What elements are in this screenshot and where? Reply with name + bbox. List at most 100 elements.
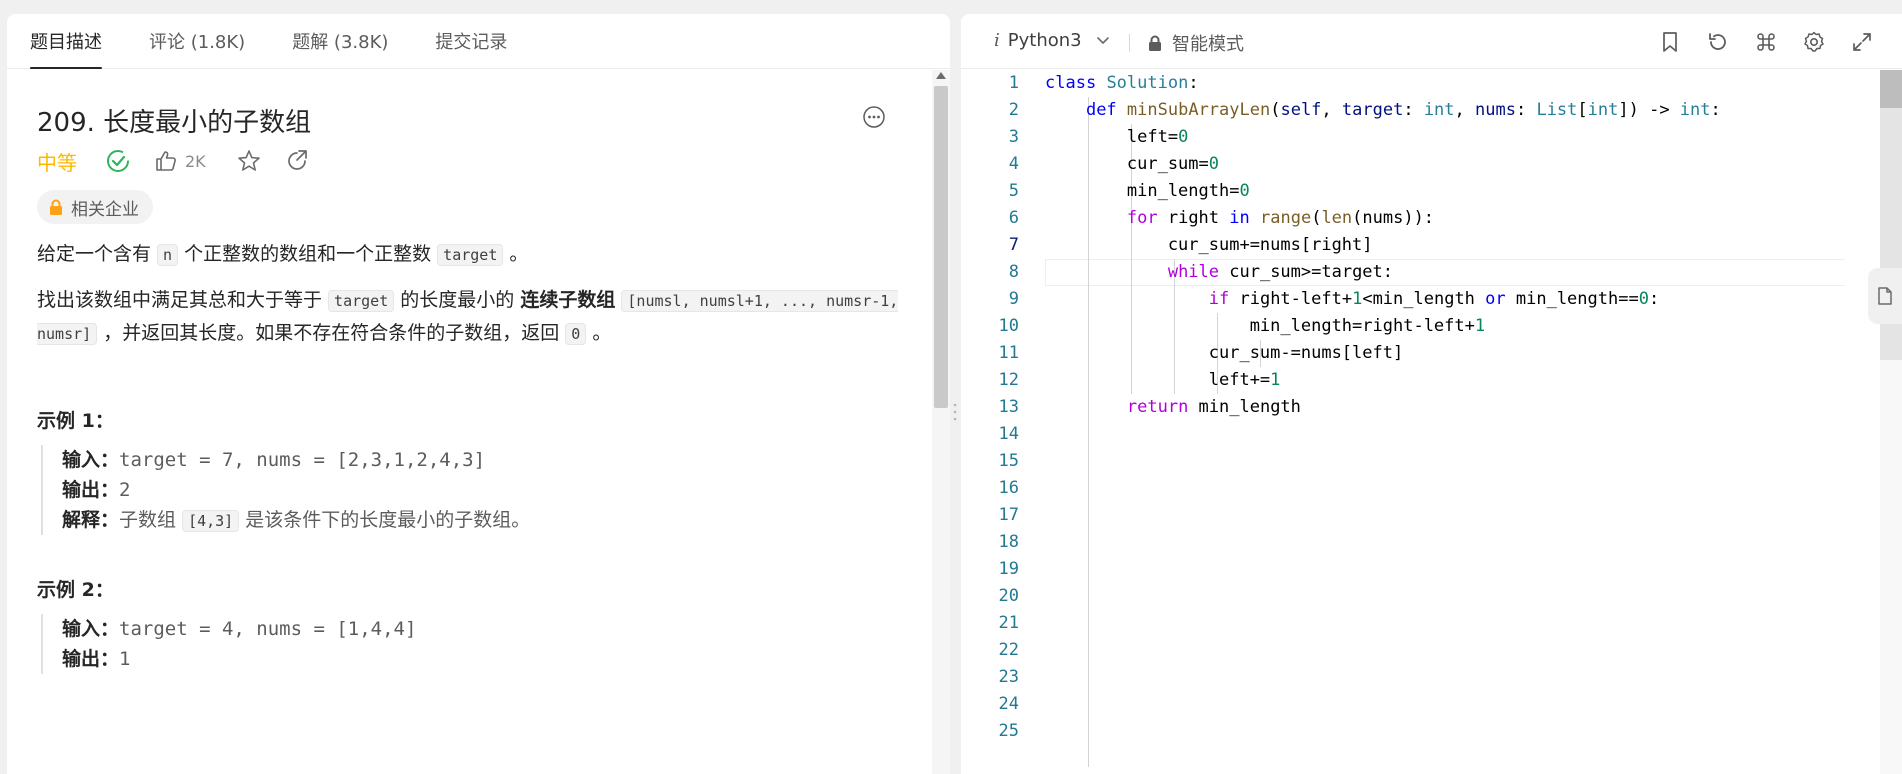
description-para-2: 找出该数组中满足其总和大于等于 target 的长度最小的 连续子数组 [num… (37, 284, 907, 350)
code-token: int (1679, 100, 1711, 120)
code-token: 1 (1270, 370, 1281, 390)
code-line: cur_sum+=nums[right] (1045, 232, 1845, 259)
language-label: Python3 (1007, 30, 1082, 51)
smart-mode-toggle[interactable]: 智能模式 (1148, 30, 1244, 56)
line-number: 7 (1008, 235, 1019, 255)
side-panel-toggle[interactable] (1868, 268, 1902, 324)
output-label: 输出： (62, 648, 120, 670)
inline-code-n: n (157, 244, 179, 266)
language-icon: i (994, 30, 1000, 51)
line-number: 17 (998, 505, 1019, 525)
code-lines: class Solution: def minSubArrayLen(self,… (1045, 70, 1845, 421)
code-token: return (1126, 397, 1189, 417)
desc-text: 。 (503, 243, 529, 265)
code-token: : (1188, 73, 1199, 93)
explain-text: 是该条件下的长度最小的子数组。 (239, 509, 531, 531)
desc-text: ，并返回其长度。如果不存在符合条件的子数组，返回 (97, 322, 566, 344)
inline-code-target: target (328, 290, 395, 312)
code-token: List (1536, 100, 1578, 120)
like-count: 2K (185, 151, 206, 171)
code-line: def minSubArrayLen(self, target: int, nu… (1045, 97, 1845, 124)
desc-text: 个正整数的数组和一个正整数 (178, 243, 438, 265)
editor-scrollbar[interactable] (1880, 70, 1902, 774)
output-label: 输出： (62, 479, 120, 501)
line-number: 24 (998, 694, 1019, 714)
code-token: min_length= (1045, 181, 1240, 201)
code-editor-panel: i Python3 智能模式 1 2 3 4 5 6 7 8 9 10 11 1… (961, 14, 1902, 774)
star-icon[interactable] (236, 148, 262, 174)
example-2-title: 示例 2： (37, 579, 114, 601)
code-token: cur_sum+=nums[right] (1045, 235, 1373, 255)
tab-submissions[interactable]: 提交记录 (435, 28, 507, 68)
code-editor[interactable]: 1 2 3 4 5 6 7 8 9 10 11 12 13 14 15 16 1… (961, 70, 1902, 774)
line-number: 22 (998, 640, 1019, 660)
code-token: def (1085, 100, 1117, 120)
scroll-up-arrow[interactable] (936, 72, 946, 79)
tab-solutions[interactable]: 题解 (3.8K) (292, 28, 388, 68)
line-number: 18 (998, 532, 1019, 552)
bold-term: 连续子数组 (520, 289, 616, 311)
code-line: class Solution: (1045, 70, 1845, 97)
company-tag[interactable]: 相关企业 (37, 190, 153, 224)
inline-code-target: target (437, 244, 504, 266)
code-token: : (1710, 100, 1721, 120)
problem-scrollbar[interactable] (932, 70, 950, 774)
smart-mode-label: 智能模式 (1172, 34, 1244, 55)
document-icon (1878, 287, 1892, 305)
code-token: min_length=right-left+ (1045, 316, 1475, 336)
language-select[interactable]: i Python3 (994, 30, 1110, 51)
panel-resize-handle[interactable] (953, 400, 957, 430)
share-icon[interactable] (284, 148, 310, 174)
line-number: 8 (1008, 262, 1019, 282)
code-token: len (1321, 208, 1353, 228)
app-root: 题目描述 评论 (1.8K) 题解 (3.8K) 提交记录 209. 长度最小的… (0, 0, 1902, 774)
line-number: 25 (998, 721, 1019, 741)
explain-label: 解释： (62, 509, 120, 531)
gear-icon[interactable] (1802, 30, 1826, 54)
code-line: return min_length (1045, 394, 1845, 421)
code-token: : (1403, 100, 1424, 120)
input-label: 输入： (62, 449, 120, 471)
example-2-output: 输出：1 (62, 644, 741, 674)
code-line: cur_sum=0 (1045, 151, 1845, 178)
example-1-title: 示例 1： (37, 410, 114, 432)
expand-icon[interactable] (1850, 30, 1874, 54)
line-number: 15 (998, 451, 1019, 471)
chevron-down-icon (1096, 36, 1109, 44)
code-token: if (1208, 289, 1230, 309)
line-number: 3 (1008, 127, 1019, 147)
code-token: , (1321, 100, 1342, 120)
company-tag-label: 相关企业 (71, 199, 139, 220)
example-1-block: 输入：target = 7, nums = [2,3,1,2,4,3] 输出：2… (41, 445, 741, 535)
thumbs-up-icon[interactable] (153, 148, 179, 174)
bookmark-icon[interactable] (1658, 30, 1682, 54)
line-number: 1 (1008, 73, 1019, 93)
example-1-output: 输出：2 (62, 475, 741, 505)
code-line: left+=1 (1045, 367, 1845, 394)
problem-title: 209. 长度最小的子数组 (37, 108, 312, 138)
code-token: , (1454, 100, 1476, 120)
code-line: if right-left+1<min_length or min_length… (1045, 286, 1845, 313)
command-icon[interactable] (1754, 30, 1778, 54)
code-token: : (1648, 289, 1660, 309)
tab-comments[interactable]: 评论 (1.8K) (149, 28, 245, 68)
code-token: or (1485, 289, 1506, 309)
reset-icon[interactable] (1706, 30, 1730, 54)
code-token: right-left+ (1229, 289, 1353, 309)
code-token: class (1045, 73, 1097, 93)
line-number: 5 (1008, 181, 1019, 201)
desc-text: 找出该数组中满足其总和大于等于 (37, 289, 329, 311)
line-number: 4 (1008, 154, 1019, 174)
more-options-icon[interactable] (862, 105, 886, 129)
description-para-1: 给定一个含有 n 个正整数的数组和一个正整数 target 。 (37, 238, 907, 271)
code-token: right (1157, 208, 1230, 228)
problem-scroll-thumb[interactable] (934, 86, 948, 408)
line-number: 23 (998, 667, 1019, 687)
line-number-gutter: 1 2 3 4 5 6 7 8 9 10 11 12 13 14 15 16 1… (961, 70, 1023, 745)
code-token: 0 (1638, 289, 1649, 309)
tab-description[interactable]: 题目描述 (30, 28, 102, 69)
